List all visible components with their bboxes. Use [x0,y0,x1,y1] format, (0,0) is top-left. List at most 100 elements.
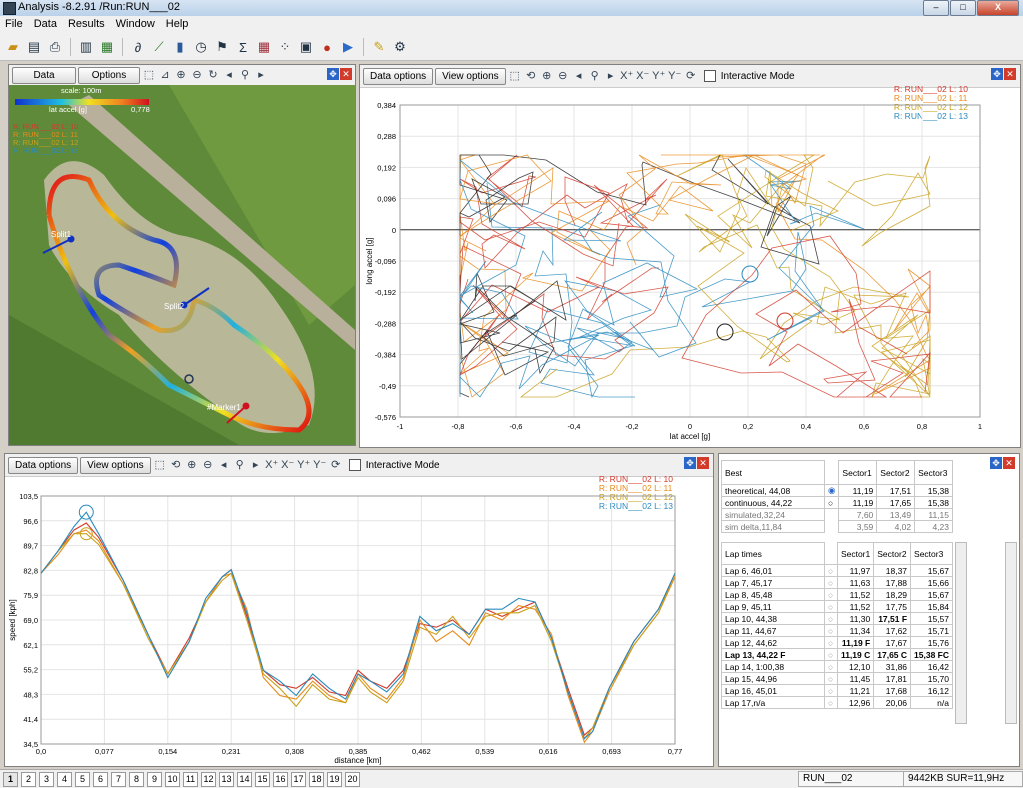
page-tab-2[interactable]: 2 [21,771,36,787]
table-row[interactable]: Lap 16, 45,01 ○ 11,21 17,68 16,12 [721,684,953,697]
page-tab-11[interactable]: 11 [183,771,198,787]
page-tab-5[interactable]: 5 [75,771,90,787]
prev-marker-icon[interactable]: ◂ [222,68,236,82]
y-plus-icon[interactable]: Y⁺ [652,69,666,83]
grid-icon[interactable]: ▦ [255,38,273,56]
close-button[interactable]: X [977,0,1019,16]
x-minus-icon[interactable]: X⁻ [636,69,650,83]
vertical-scrollbar[interactable] [1005,542,1017,724]
radio[interactable]: ○ [823,600,838,613]
zoom-in-icon[interactable]: ⊕ [185,458,199,472]
prev-marker-icon[interactable]: ◂ [217,458,231,472]
scatter-icon[interactable]: ⁘ [276,38,294,56]
marker-icon[interactable]: ⚲ [238,68,252,82]
pan-icon[interactable]: ⟲ [524,69,538,83]
refresh-icon[interactable]: ⟳ [329,458,343,472]
radio[interactable]: ○ [823,696,838,709]
rotate-icon[interactable]: ↻ [206,68,220,82]
data-options-button[interactable]: Data options [363,67,434,85]
track-map[interactable]: scale: 100m lat accel [g] 0,778 R: RUN__… [9,85,355,445]
zoom-in-icon[interactable]: ⊕ [174,68,188,82]
move-icon[interactable]: ✥ [684,457,696,469]
y-plus-icon[interactable]: Y⁺ [297,458,311,472]
minimize-button[interactable]: – [923,0,949,16]
table-row[interactable]: Lap 9, 45,11 ○ 11,52 17,75 15,84 [721,600,953,613]
zoom-out-icon[interactable]: ⊖ [190,68,204,82]
y-minus-icon[interactable]: Y⁻ [668,69,682,83]
zoom-box-icon[interactable]: ⬚ [508,69,522,83]
prev-marker-icon[interactable]: ◂ [572,69,586,83]
page-tab-10[interactable]: 10 [165,771,180,787]
page-tab-4[interactable]: 4 [57,771,72,787]
gg-plot[interactable]: 0,384 0,288 0,192 0,096 0 -0,096 -0,192 -0,288 -… [360,87,1020,447]
y-minus-icon[interactable]: Y⁻ [313,458,327,472]
options-button[interactable]: Options [78,66,140,84]
settings-icon[interactable]: ⚙ [391,38,409,56]
page-tab-14[interactable]: 14 [237,771,252,787]
pan-icon[interactable]: ⟲ [169,458,183,472]
zoom-box-icon[interactable]: ⬚ [153,458,167,472]
checkered-flag-icon[interactable]: ⚑ [213,38,231,56]
radio[interactable]: ○ [823,612,838,625]
x-plus-icon[interactable]: X⁺ [265,458,279,472]
table-row[interactable]: Lap 11, 44,67 ○ 11,34 17,62 15,71 [721,624,953,637]
menu-window[interactable]: Window [111,16,161,34]
vertical-scrollbar[interactable] [955,542,967,724]
clipboard-icon[interactable]: ▥ [77,38,95,56]
page-tab-12[interactable]: 12 [201,771,216,787]
table-row[interactable]: Lap 13, 44,22 F ○ 11,19 C 17,65 C 15,38 FC [721,648,953,661]
marker-icon[interactable]: ⚲ [233,458,247,472]
gauge-icon[interactable]: ▣ [297,38,315,56]
data-button[interactable]: Data [12,66,76,84]
page-tab-1[interactable]: 1 [3,771,18,787]
interactive-mode-checkbox[interactable] [348,459,361,471]
x-plus-icon[interactable]: X⁺ [620,69,634,83]
page-tab-7[interactable]: 7 [111,771,126,787]
close-panel-icon[interactable]: ✕ [340,68,352,80]
menu-help[interactable]: Help [161,16,195,34]
next-marker-icon[interactable]: ▸ [254,68,268,82]
radio[interactable]: ○ [823,684,838,697]
radio[interactable]: ○ [823,496,840,509]
move-icon[interactable]: ✥ [991,68,1003,80]
next-marker-icon[interactable]: ▸ [604,69,618,83]
page-tab-3[interactable]: 3 [39,771,54,787]
speed-chart[interactable]: 103,5 96,6 89,7 82,8 75,9 69,0 62,1 55,2 48,3 41,… [5,476,713,766]
radio[interactable]: ○ [823,576,838,589]
page-tab-8[interactable]: 8 [129,771,144,787]
zoom-out-icon[interactable]: ⊖ [556,69,570,83]
table-row[interactable]: Lap 10, 44,38 ○ 11,30 17,51 F 15,57 [721,612,953,625]
track-icon[interactable]: ∂ [129,38,147,56]
zoom-in-icon[interactable]: ⊕ [540,69,554,83]
play-icon[interactable]: ▶ [339,38,357,56]
page-tab-20[interactable]: 20 [345,771,360,787]
table-row[interactable]: Lap 7, 45,17 ○ 11,63 17,88 15,66 [721,576,953,589]
measure-icon[interactable]: ⊿ [158,68,172,82]
table-row[interactable]: Lap 15, 44,96 ○ 11,45 17,81 15,70 [721,672,953,685]
marker-icon[interactable]: ⚲ [588,69,602,83]
table-row[interactable]: Lap 17,n/a ○ 12,96 20,06 n/a [721,696,953,709]
bar-chart-icon[interactable]: ▮ [171,38,189,56]
close-panel-icon[interactable]: ✕ [1003,457,1015,469]
stopwatch-icon[interactable]: ◷ [192,38,210,56]
x-minus-icon[interactable]: X⁻ [281,458,295,472]
view-options-button[interactable]: View options [435,67,506,85]
zoom-box-icon[interactable]: ⬚ [142,68,156,82]
page-tab-18[interactable]: 18 [309,771,324,787]
radio-selected[interactable]: ◉ [823,484,840,497]
radio[interactable]: ○ [823,636,838,649]
radio[interactable]: ○ [823,624,838,637]
radio[interactable]: ○ [823,588,838,601]
radio[interactable]: ○ [823,564,838,577]
page-tab-17[interactable]: 17 [291,771,306,787]
page-tab-16[interactable]: 16 [273,771,288,787]
record-icon[interactable]: ● [318,38,336,56]
close-panel-icon[interactable]: ✕ [1004,68,1016,80]
interactive-mode-checkbox[interactable] [703,70,716,82]
save-icon[interactable]: ▦ [98,38,116,56]
page-tab-19[interactable]: 19 [327,771,342,787]
data-options-button[interactable]: Data options [8,456,79,474]
menu-results[interactable]: Results [63,16,111,34]
move-icon[interactable]: ✥ [327,68,339,80]
open-icon[interactable]: ▰ [4,38,22,56]
